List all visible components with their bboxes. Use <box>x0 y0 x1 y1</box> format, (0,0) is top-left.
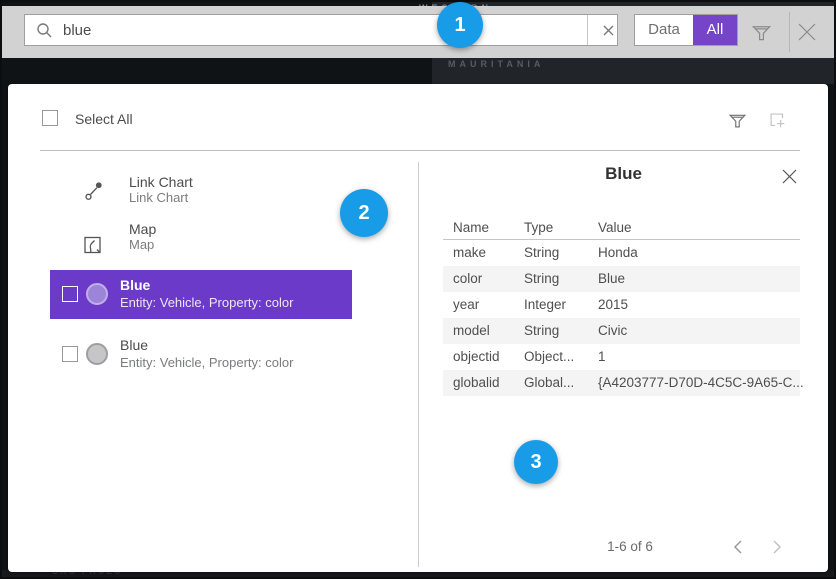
detail-close-button[interactable] <box>779 166 799 186</box>
cell-name: color <box>453 266 482 292</box>
pagination-label: 1-6 of 6 <box>590 539 670 554</box>
detail-title: Blue <box>419 164 828 184</box>
cell-type: Global... <box>524 370 574 396</box>
cell-type: String <box>524 266 559 292</box>
toolbar-divider <box>789 12 790 52</box>
column-header-type: Type <box>524 220 553 235</box>
result-subtitle: Link Chart <box>129 190 193 206</box>
result-item-link-chart[interactable]: Link Chart Link Chart <box>129 174 193 206</box>
link-chart-icon <box>82 179 106 205</box>
close-icon <box>781 168 798 185</box>
cell-value: Honda <box>598 240 638 266</box>
toolbar-close-button[interactable] <box>794 19 820 45</box>
cell-value: Blue <box>598 266 625 292</box>
result-subtitle: Entity: Vehicle, Property: color <box>120 354 293 371</box>
table-row: objectid Object... 1 <box>443 344 800 370</box>
result-title: Blue <box>120 277 293 294</box>
toggle-all-button[interactable]: All <box>693 15 737 45</box>
search-input[interactable] <box>63 22 587 39</box>
data-all-toggle: Data All <box>634 14 738 46</box>
filter-funnel-icon <box>728 111 747 130</box>
table-row: globalid Global... {A4203777-D70D-4C5C-9… <box>443 370 800 396</box>
result-subtitle: Map <box>129 237 156 253</box>
cell-name: year <box>453 292 479 318</box>
result-title: Map <box>129 221 156 237</box>
results-filter-button[interactable] <box>726 109 748 131</box>
cell-name: objectid <box>453 344 500 370</box>
cell-type: String <box>524 240 559 266</box>
annotation-badge-2: 2 <box>340 189 388 237</box>
cell-name: model <box>453 318 490 344</box>
search-box[interactable] <box>24 14 618 46</box>
result-item-map[interactable]: Map Map <box>129 221 156 253</box>
result-item-blue-selected[interactable]: Blue Entity: Vehicle, Property: color <box>50 270 352 319</box>
next-page-button[interactable] <box>767 537 787 557</box>
column-header-value: Value <box>598 220 632 235</box>
cell-value: {A4203777-D70D-4C5C-9A65-C... <box>598 370 804 396</box>
result-item-blue[interactable]: Blue Entity: Vehicle, Property: color <box>50 330 352 379</box>
result-checkbox[interactable] <box>62 286 78 302</box>
cell-type: Object... <box>524 344 574 370</box>
search-toolbar: Data All <box>2 6 834 58</box>
select-all-checkbox[interactable] <box>42 110 58 126</box>
close-icon <box>796 21 818 43</box>
filter-funnel-icon <box>751 22 772 43</box>
cell-name: globalid <box>453 370 500 396</box>
table-row: year Integer 2015 <box>443 292 800 318</box>
select-all-label: Select All <box>75 111 133 127</box>
chevron-left-icon <box>733 540 742 554</box>
cell-type: Integer <box>524 292 566 318</box>
cell-value: 2015 <box>598 292 628 318</box>
result-subtitle: Entity: Vehicle, Property: color <box>120 294 293 311</box>
annotation-badge-3: 3 <box>514 440 558 484</box>
map-icon <box>82 233 106 259</box>
entity-dot-icon <box>86 283 108 305</box>
result-checkbox[interactable] <box>62 346 78 362</box>
cell-type: String <box>524 318 559 344</box>
clear-search-button[interactable] <box>587 15 617 45</box>
panel-body: Link Chart Link Chart Map Map Blue Entit… <box>8 150 828 572</box>
annotation-badge-1: 1 <box>437 2 483 48</box>
map-label-mauritania: MAURITANIA <box>448 59 544 69</box>
table-row: make String Honda <box>443 240 800 266</box>
detail-pane: Blue Name Type Value make String Honda c… <box>419 150 828 572</box>
square-plus-icon <box>767 110 787 130</box>
previous-page-button[interactable] <box>727 537 747 557</box>
result-title: Blue <box>120 337 293 354</box>
cell-value: 1 <box>598 344 606 370</box>
search-results-panel: Select All Link Chart Link Chart <box>8 84 828 572</box>
cell-value: Civic <box>598 318 627 344</box>
table-row: color String Blue <box>443 266 800 292</box>
result-title: Link Chart <box>129 174 193 190</box>
cell-name: make <box>453 240 486 266</box>
chevron-right-icon <box>773 540 782 554</box>
entity-dot-icon <box>86 343 108 365</box>
table-row: model String Civic <box>443 318 800 344</box>
add-to-selection-button[interactable] <box>766 109 788 131</box>
clear-search-icon <box>603 25 614 36</box>
search-icon <box>36 22 53 39</box>
toolbar-filter-button[interactable] <box>748 19 774 45</box>
column-header-name: Name <box>453 220 489 235</box>
toggle-data-button[interactable]: Data <box>635 15 693 45</box>
